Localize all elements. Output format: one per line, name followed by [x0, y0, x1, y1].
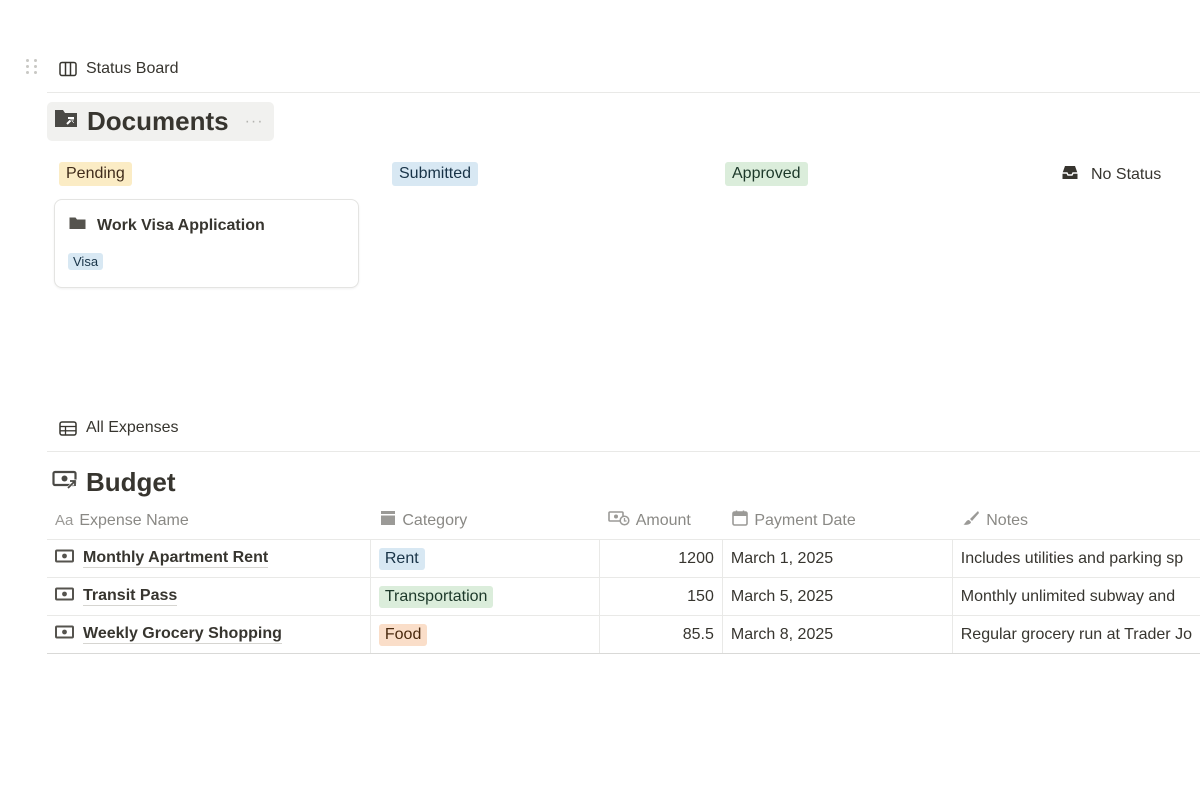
view-tab-status-board[interactable]: Status Board [59, 60, 179, 78]
column-header-category[interactable]: Category [370, 502, 600, 540]
table-row[interactable]: Monthly Apartment Rent Rent 1200 March 1… [47, 539, 1200, 578]
board-card[interactable]: Work Visa Application Visa [54, 199, 359, 288]
view-divider [47, 92, 1200, 93]
folder-link-icon [53, 106, 81, 137]
brush-icon [962, 510, 980, 531]
view-tab-label: All Expenses [86, 419, 179, 436]
amount-cell: 150 [599, 577, 723, 616]
text-property-icon: Aa [55, 512, 74, 529]
no-status-label: No Status [1091, 166, 1162, 183]
card-tag: Visa [68, 253, 104, 270]
expenses-table: Aa Expense Name Category Amount Payment D… [47, 502, 1200, 654]
table-row[interactable]: Transit Pass Transportation 150 March 5,… [47, 577, 1200, 616]
date-cell: March 1, 2025 [721, 539, 953, 578]
calendar-icon [732, 510, 749, 531]
folder-icon [69, 216, 86, 235]
budget-title[interactable]: Budget [52, 467, 176, 498]
column-header-expense-name[interactable]: Aa Expense Name [47, 502, 371, 540]
column-pending[interactable]: Pending [59, 162, 132, 186]
column-approved[interactable]: Approved [725, 162, 808, 186]
table-view-icon [59, 420, 77, 436]
inbox-icon [1061, 164, 1079, 186]
date-cell: March 8, 2025 [721, 615, 953, 654]
board-view-icon [59, 61, 77, 77]
amount-cell: 85.5 [599, 615, 723, 654]
block-drag-handle[interactable] [26, 59, 40, 79]
column-submitted[interactable]: Submitted [392, 162, 479, 186]
money-property-icon [607, 510, 630, 531]
page-title: Documents [87, 106, 229, 136]
date-cell: March 5, 2025 [721, 577, 953, 616]
category-tag: Food [378, 623, 428, 646]
view-tab-all-expenses[interactable]: All Expenses [59, 419, 179, 437]
expense-name[interactable]: Monthly Apartment Rent [83, 549, 269, 568]
more-options-icon[interactable]: ··· [245, 113, 264, 131]
notes-cell: Monthly unlimited subway and [951, 577, 1200, 616]
view-tab-label: Status Board [86, 60, 179, 77]
money-icon [55, 625, 75, 644]
column-header-notes[interactable]: Notes [952, 502, 1200, 540]
column-header-amount[interactable]: Amount [599, 502, 723, 540]
table-header-row: Aa Expense Name Category Amount Payment D… [47, 502, 1200, 540]
money-icon [55, 587, 75, 606]
money-link-icon [52, 467, 80, 498]
column-no-status[interactable]: No Status [1061, 164, 1161, 186]
select-property-icon [380, 510, 396, 531]
documents-title[interactable]: Documents ··· [47, 102, 274, 141]
table-row[interactable]: Weekly Grocery Shopping Food 85.5 March … [47, 615, 1200, 654]
view-divider [47, 451, 1200, 452]
money-icon [55, 549, 75, 568]
notes-cell: Includes utilities and parking sp [951, 539, 1200, 578]
expense-name[interactable]: Weekly Grocery Shopping [83, 625, 282, 644]
expense-name[interactable]: Transit Pass [83, 587, 178, 606]
budget-heading: Budget [86, 467, 176, 497]
notes-cell: Regular grocery run at Trader Jo [951, 615, 1200, 654]
category-tag: Transportation [378, 585, 494, 608]
amount-cell: 1200 [599, 539, 723, 578]
card-title-text: Work Visa Application [97, 216, 265, 234]
category-tag: Rent [378, 547, 425, 570]
column-header-payment-date[interactable]: Payment Date [722, 502, 953, 540]
card-title: Work Visa Application [69, 216, 265, 235]
